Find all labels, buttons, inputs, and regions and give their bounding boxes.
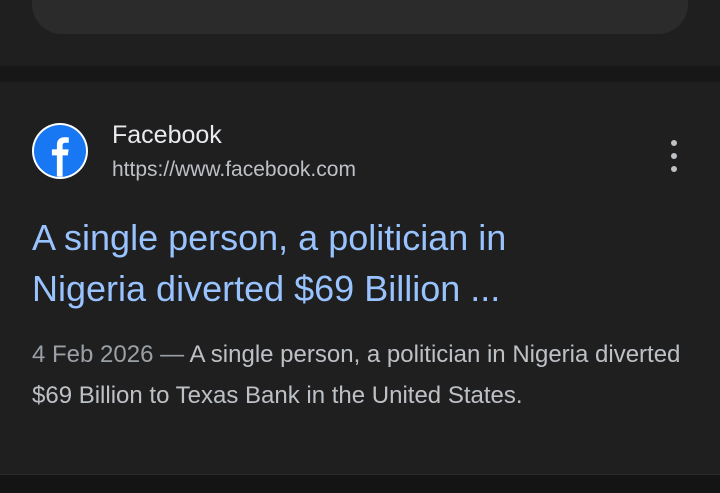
result-date: 4 Feb 2026 bbox=[32, 341, 154, 368]
site-name[interactable]: Facebook bbox=[112, 120, 222, 150]
search-results-page: Facebook https://www.facebook.com A sing… bbox=[0, 0, 720, 493]
kebab-dot bbox=[671, 166, 677, 172]
facebook-logo-svg bbox=[34, 125, 86, 177]
title-line-1: A single person, a politician in bbox=[32, 217, 507, 258]
next-card-edge bbox=[0, 474, 720, 493]
search-result-card: Facebook https://www.facebook.com A sing… bbox=[0, 82, 720, 474]
result-snippet: 4 Feb 2026 — A single person, a politici… bbox=[32, 334, 692, 416]
date-separator: — bbox=[153, 341, 190, 368]
previous-card bbox=[0, 0, 720, 66]
title-line-2: Nigeria diverted $69 Billion ... bbox=[32, 268, 501, 309]
kebab-dot bbox=[671, 153, 677, 159]
previous-card-pill[interactable] bbox=[32, 0, 688, 34]
facebook-logo-icon[interactable] bbox=[32, 123, 88, 179]
kebab-dot bbox=[671, 140, 677, 146]
result-title-link[interactable]: A single person, a politician in Nigeria… bbox=[32, 212, 672, 314]
site-url[interactable]: https://www.facebook.com bbox=[112, 157, 356, 183]
more-vert-icon[interactable] bbox=[660, 140, 688, 172]
